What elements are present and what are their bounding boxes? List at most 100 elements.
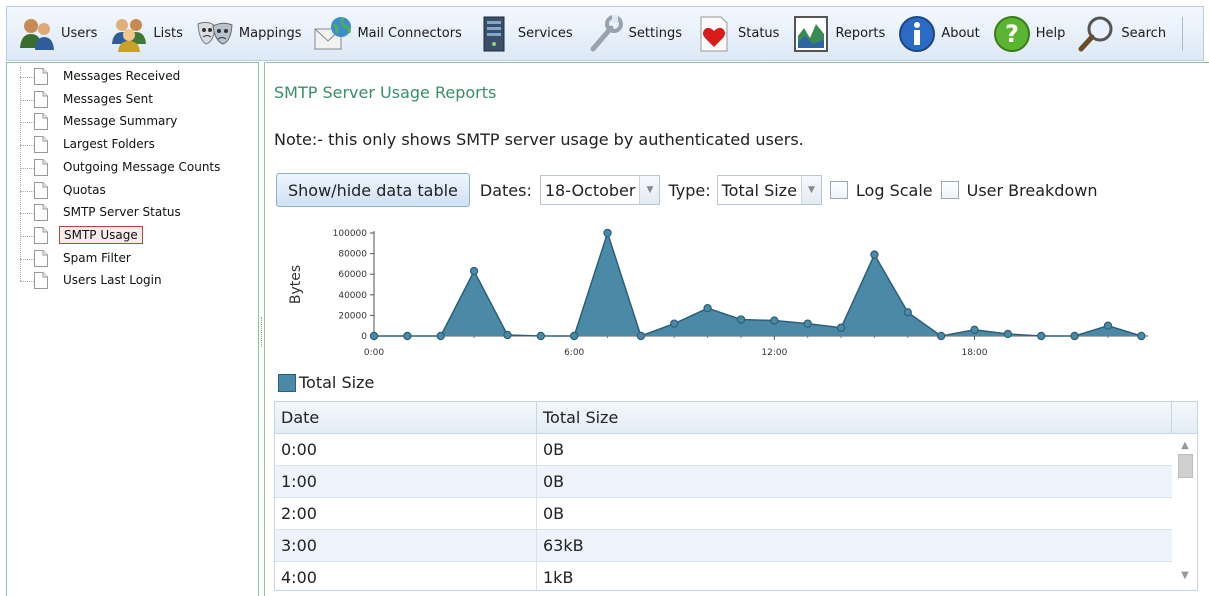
- table-row[interactable]: 3:00 63kB: [275, 530, 1172, 562]
- column-header-date[interactable]: Date: [275, 402, 537, 434]
- y-tick-label: 100000: [333, 229, 368, 239]
- toolbar-status-button[interactable]: Status: [694, 14, 779, 54]
- user-breakdown-checkbox[interactable]: [940, 181, 959, 199]
- scrollbar-thumb[interactable]: [1178, 454, 1193, 478]
- sidebar-item-label: SMTP Usage: [59, 225, 143, 244]
- sidebar-item-messages-received[interactable]: Messages Received: [7, 66, 258, 88]
- chevron-down-icon[interactable]: ▼: [800, 176, 821, 204]
- y-tick-label: 40000: [338, 291, 367, 301]
- data-point: [1037, 331, 1046, 341]
- search-icon: [1077, 14, 1117, 54]
- data-point: [1070, 331, 1079, 341]
- reports-icon: [791, 14, 831, 54]
- sidebar-item-outgoing-message-counts[interactable]: Outgoing Message Counts: [7, 157, 258, 179]
- toolbar-mappings-button[interactable]: Mappings: [195, 14, 301, 54]
- legend-label: Total Size: [299, 373, 375, 392]
- toolbar-about-button[interactable]: About: [897, 14, 980, 54]
- table-row[interactable]: 2:00 0B: [275, 498, 1172, 530]
- dates-label: Dates:: [479, 180, 532, 200]
- show-hide-data-table-button[interactable]: Show/hide data table: [276, 173, 470, 207]
- sidebar-item-smtp-usage[interactable]: SMTP Usage: [7, 225, 258, 247]
- data-point: [1103, 321, 1113, 330]
- chart-legend: Total Size: [278, 373, 374, 392]
- cell-date: 1:00: [275, 466, 537, 498]
- data-point: [670, 319, 679, 328]
- services-icon: [474, 14, 514, 54]
- sidebar-item-messages-sent[interactable]: Messages Sent: [7, 89, 258, 111]
- sidebar-item-label: Quotas: [63, 182, 106, 197]
- cell-date: 4:00: [275, 562, 537, 590]
- data-point: [636, 331, 646, 341]
- data-point: [469, 266, 479, 276]
- table-row[interactable]: 4:00 1kB: [275, 562, 1172, 590]
- data-point: [1003, 329, 1013, 339]
- sidebar-item-spam-filter[interactable]: Spam Filter: [7, 248, 258, 270]
- y-tick-label: 80000: [338, 250, 367, 260]
- toolbar-lists-button[interactable]: Lists: [109, 14, 183, 54]
- data-point: [836, 323, 846, 332]
- toolbar-services-button[interactable]: Services: [474, 14, 573, 54]
- sidebar-item-smtp-server-status[interactable]: SMTP Server Status: [7, 202, 258, 224]
- scroll-down-icon[interactable]: ▼: [1173, 568, 1197, 584]
- sidebar-item-label: Users Last Login: [63, 273, 162, 288]
- data-point: [770, 316, 779, 325]
- document-icon: [34, 158, 48, 176]
- status-icon: [694, 14, 734, 54]
- sidebar-item-quotas[interactable]: Quotas: [7, 180, 258, 202]
- toolbar-users-button[interactable]: Users: [17, 14, 97, 54]
- user-breakdown-label: User Breakdown: [966, 180, 1098, 200]
- cell-date: 3:00: [275, 530, 537, 562]
- table-row[interactable]: 1:00 0B: [275, 466, 1172, 498]
- data-point: [436, 331, 445, 341]
- tree-connector: [20, 99, 34, 101]
- data-point: [936, 331, 946, 341]
- table-row[interactable]: 0:00 0B: [275, 434, 1172, 466]
- data-point: [403, 331, 412, 341]
- tree-connector: [20, 281, 34, 283]
- chevron-down-icon[interactable]: ▼: [639, 176, 660, 204]
- data-table: Date Total Size 0:00 0B 1:00 0B 2:00 0B 3:00 63…: [274, 401, 1198, 591]
- table-header: Date Total Size: [275, 402, 1197, 434]
- report-panel: SMTP Server Usage Reports Note:- this on…: [266, 62, 1209, 596]
- table-scrollbar[interactable]: ▲ ▼: [1173, 434, 1197, 590]
- splitter-grip[interactable]: [261, 317, 263, 347]
- help-icon: ?: [992, 14, 1032, 54]
- toolbar-settings-button[interactable]: Settings: [585, 14, 682, 54]
- x-tick-label: 12:00: [761, 348, 787, 358]
- tree-connector: [20, 235, 34, 237]
- toolbar-reports-button[interactable]: Reports: [791, 14, 885, 54]
- sidebar-item-users-last-login[interactable]: Users Last Login: [7, 270, 258, 292]
- sidebar-item-message-summary[interactable]: Message Summary: [7, 111, 258, 133]
- sidebar-item-label: SMTP Server Status: [63, 205, 181, 220]
- column-header-total-size[interactable]: Total Size: [537, 402, 1172, 434]
- sidebar-item-largest-folders[interactable]: Largest Folders: [7, 134, 258, 156]
- tree-connector: [20, 145, 34, 147]
- scroll-up-icon[interactable]: ▲: [1173, 438, 1197, 454]
- data-point: [703, 303, 712, 313]
- log-scale-checkbox[interactable]: [829, 181, 848, 199]
- main-toolbar: Users Lists Mappings Mail Connectors Ser…: [6, 6, 1204, 61]
- svg-text:?: ?: [1005, 20, 1019, 48]
- toolbar-help-button[interactable]: ? Help: [992, 14, 1065, 54]
- tree-connector: [20, 258, 34, 260]
- document-icon: [34, 136, 48, 154]
- usage-note: Note:- this only shows SMTP server usage…: [274, 130, 804, 149]
- type-label: Type:: [668, 180, 711, 200]
- data-point: [569, 331, 579, 341]
- toolbar-divider: [1182, 16, 1184, 51]
- sidebar-item-label: Outgoing Message Counts: [63, 159, 221, 174]
- dates-select[interactable]: 18-October ▼: [539, 175, 661, 205]
- cell-date: 0:00: [275, 434, 537, 466]
- document-icon: [34, 181, 48, 199]
- document-icon: [34, 272, 48, 290]
- sidebar-item-label: Messages Received: [63, 69, 181, 83]
- data-point: [803, 319, 812, 328]
- cell-total-size: 1kB: [543, 568, 574, 587]
- panel-splitter[interactable]: [259, 62, 265, 596]
- type-select-value: Total Size: [721, 180, 797, 200]
- toolbar-mail-connectors-button[interactable]: Mail Connectors: [313, 14, 462, 54]
- y-tick-label: 20000: [338, 311, 367, 321]
- tree-connector: [20, 213, 34, 215]
- toolbar-search-button[interactable]: Search: [1077, 14, 1166, 54]
- type-select[interactable]: Total Size ▼: [716, 175, 822, 205]
